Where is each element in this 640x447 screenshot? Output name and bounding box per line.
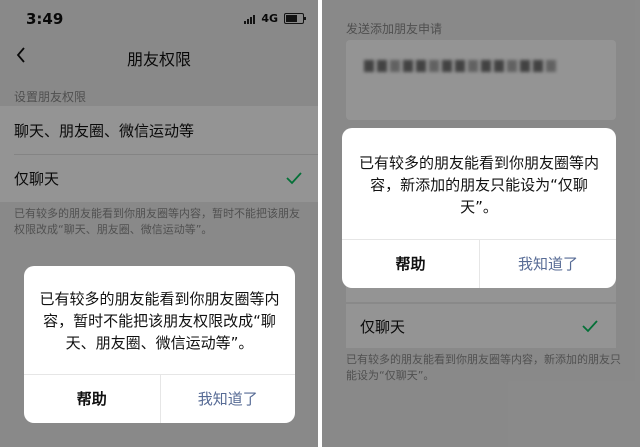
alert-dialog: 已有较多的朋友能看到你朋友圈等内容，暂时不能把该朋友权限改成“聊天、朋友圈、微信… <box>24 266 295 423</box>
help-button[interactable]: 帮助 <box>24 375 160 423</box>
got-it-button[interactable]: 我知道了 <box>159 375 296 423</box>
add-friend-request-screen: 发送添加朋友申请 仅聊天 已有较多的朋友能看到你朋友圈等内容，新添加的朋友只能设… <box>322 0 640 447</box>
dialog-message: 已有较多的朋友能看到你朋友圈等内容，新添加的朋友只能设为“仅聊天”。 <box>358 154 599 216</box>
friend-permission-screen: 3:49 4G 朋友权限 设置朋友权限 聊天、朋友圈、微信运动等 仅聊天 已有较… <box>0 0 318 447</box>
alert-dialog: 已有较多的朋友能看到你朋友圈等内容，新添加的朋友只能设为“仅聊天”。 帮助 我知… <box>342 128 616 288</box>
dialog-buttons: 帮助 我知道了 <box>342 239 616 288</box>
dialog-buttons: 帮助 我知道了 <box>24 374 295 423</box>
dialog-message: 已有较多的朋友能看到你朋友圈等内容，暂时不能把该朋友权限改成“聊天、朋友圈、微信… <box>39 290 280 352</box>
help-button[interactable]: 帮助 <box>342 240 479 288</box>
got-it-button[interactable]: 我知道了 <box>479 240 616 288</box>
